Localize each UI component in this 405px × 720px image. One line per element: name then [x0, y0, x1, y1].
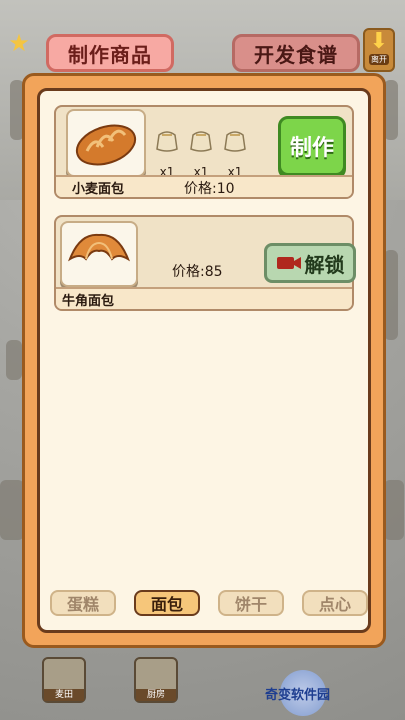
flour-sack-icon	[224, 131, 246, 152]
category-tab-snack[interactable]: 点心	[302, 590, 368, 616]
watermark-text: 奇变软件园	[265, 688, 331, 703]
video-camera-icon	[276, 257, 301, 269]
unlock-label: 解锁	[304, 252, 345, 277]
flour-sack-icon	[190, 131, 212, 152]
product-card: x1 x1 x1 制作 小麦面包 价格:10	[54, 105, 354, 199]
nav-label: 麦田	[44, 689, 84, 701]
background-table	[0, 480, 24, 540]
product-card: 价格:85 解锁 牛角面包	[54, 215, 356, 311]
exit-button[interactable]: ⬇ 离开	[363, 28, 395, 72]
nav-label: 厨房	[136, 689, 176, 701]
category-tab-cookie[interactable]: 饼干	[218, 590, 284, 616]
ingredient-item: x1	[152, 127, 182, 179]
product-price: 价格:85	[172, 264, 223, 280]
exit-label: 离开	[369, 54, 389, 65]
star-icon[interactable]: ★	[6, 30, 32, 56]
nav-item-kitchen[interactable]: 厨房	[134, 657, 178, 703]
tab-make-goods[interactable]: 制作商品	[46, 34, 174, 72]
product-name: 小麦面包	[72, 182, 125, 197]
background-shelf	[6, 340, 22, 380]
nav-item-wheat-field[interactable]: 麦田	[42, 657, 86, 703]
product-thumbnail	[60, 221, 138, 287]
background-shelf	[384, 80, 398, 140]
category-tab-cake[interactable]: 蛋糕	[50, 590, 116, 616]
product-list: x1 x1 x1 制作 小麦面包 价格:10 价格:85 解锁 牛角面包 蛋糕 …	[37, 88, 371, 633]
production-panel: x1 x1 x1 制作 小麦面包 价格:10 价格:85 解锁 牛角面包 蛋糕 …	[22, 73, 386, 648]
unlock-button[interactable]: 解锁	[264, 243, 356, 283]
product-info-strip: 牛角面包	[56, 287, 352, 309]
category-bar: 蛋糕 面包 饼干 点心	[44, 590, 368, 620]
croissant-icon	[68, 233, 130, 262]
ingredient-item: x1	[186, 127, 216, 179]
ingredient-item: x1	[220, 127, 250, 179]
product-info-strip: 小麦面包 价格:10	[56, 175, 352, 197]
background-shelf	[384, 250, 398, 340]
product-name: 牛角面包	[62, 294, 115, 309]
wheat-bread-icon	[75, 124, 137, 166]
make-button[interactable]: 制作	[278, 116, 346, 176]
bottom-nav: 麦田 厨房	[0, 655, 405, 720]
tab-develop-recipes[interactable]: 开发食谱	[232, 34, 360, 72]
background-table	[384, 480, 404, 540]
flour-sack-icon	[156, 131, 178, 152]
category-tab-bread[interactable]: 面包	[134, 590, 200, 616]
product-price: 价格:10	[184, 181, 235, 197]
arrow-down-icon: ⬇	[369, 29, 389, 54]
product-thumbnail	[66, 109, 146, 177]
